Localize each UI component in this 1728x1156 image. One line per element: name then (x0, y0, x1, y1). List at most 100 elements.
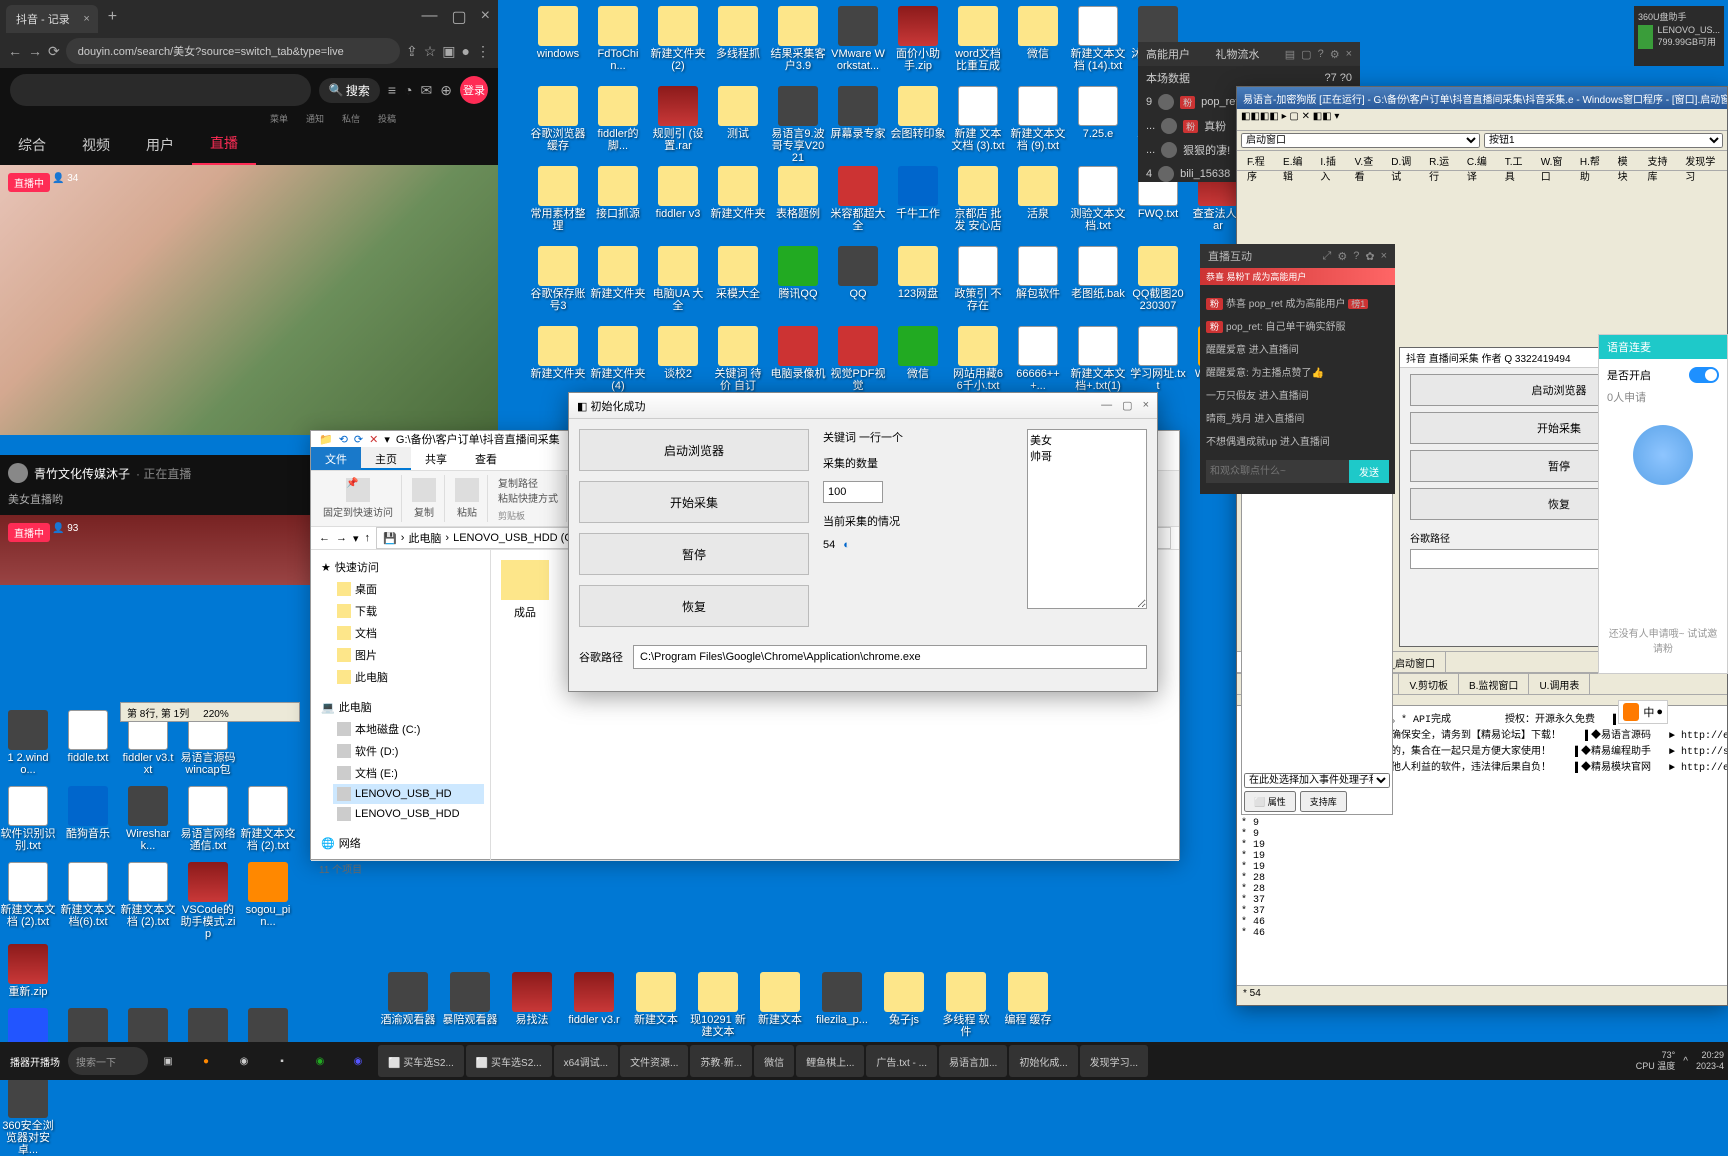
tree-item[interactable]: 本地磁盘 (C:) (333, 718, 484, 740)
ribbon-copy[interactable]: 复制 (404, 475, 445, 522)
resume-button[interactable]: 恢复 (579, 585, 809, 627)
browser-tab[interactable]: 抖音 - 记录× (6, 5, 98, 33)
back-icon[interactable]: ← (8, 43, 22, 59)
desktop-icon[interactable]: word文档 比重互成 (950, 6, 1006, 72)
desktop-icon[interactable]: 酷狗音乐 (60, 786, 116, 852)
desktop-icon[interactable]: 软件识别识别.txt (0, 786, 56, 852)
desktop-icon[interactable]: 京都店 批发 安心店 (950, 166, 1006, 232)
tab-all[interactable]: 综合 (0, 125, 64, 165)
ribbon-tab-file[interactable]: 文件 (311, 447, 361, 470)
desktop-icon[interactable]: 老图纸.bak (1070, 246, 1126, 300)
desktop-icon[interactable]: 360安全浏览器对安卓... (0, 1078, 56, 1156)
desktop-icon[interactable]: 现10291 新建文本 (690, 972, 746, 1038)
taskbar-search[interactable]: 搜索一下 (68, 1047, 148, 1075)
login-button[interactable]: 登录 (460, 76, 488, 104)
browser-icon[interactable]: ◉ (302, 1045, 338, 1077)
tray-up-icon[interactable]: ^ (1683, 1056, 1688, 1067)
desktop-icon[interactable]: 微信 (890, 326, 946, 380)
desktop-icon[interactable]: 表格题例 (770, 166, 826, 220)
live-stream-thumbnail[interactable]: 直播中 👤 34 (0, 165, 498, 435)
desktop-icon[interactable]: 新建文件夹 (710, 166, 766, 220)
desktop-icon[interactable]: VSCode的助手模式.zip (180, 862, 236, 940)
desktop-icon[interactable]: QQ (830, 246, 886, 300)
desktop-icon[interactable]: 谷歌浏览器缓存 (530, 86, 586, 152)
menu-insert[interactable]: I.插入 (1314, 151, 1346, 170)
menu-tools[interactable]: T.工具 (1499, 151, 1533, 170)
desktop-icon[interactable]: 视觉PDF视觉 (830, 326, 886, 392)
pause-button[interactable]: 暂停 (579, 533, 809, 575)
explorer-tree[interactable]: ★快速访问 桌面 下载 文档 图片 此电脑 💻此电脑 本地磁盘 (C:) 软件 … (311, 550, 491, 860)
taskbar-item[interactable]: 发现学习... (1080, 1045, 1148, 1077)
menu-compile[interactable]: C.编译 (1461, 151, 1497, 170)
desktop-icon[interactable]: windows (530, 6, 586, 60)
crumb[interactable]: LENOVO_USB_HDD (G (453, 532, 573, 544)
menu-program[interactable]: F.程序 (1241, 151, 1275, 170)
voice-toggle[interactable] (1689, 367, 1719, 383)
close-icon[interactable]: × (481, 7, 490, 27)
start-scrape-button[interactable]: 开始采集 (579, 481, 809, 523)
settings-icon[interactable]: ⚙ (1330, 48, 1340, 61)
help-icon[interactable]: ? (1353, 250, 1359, 263)
desktop-icon[interactable]: 新建 文本文档 (3).txt (950, 86, 1006, 152)
menu-icon[interactable]: ≡ (388, 82, 396, 98)
recent-icon[interactable]: ▾ (353, 532, 359, 545)
chat-input[interactable] (1206, 460, 1349, 483)
search-input[interactable] (10, 74, 311, 106)
cmd-icon[interactable]: ▪ (264, 1045, 300, 1077)
taskbar-item[interactable]: ⬜ 买车选S2... (378, 1045, 464, 1077)
desktop-icon[interactable]: 新建文件夹(2) (650, 6, 706, 72)
popout-icon[interactable]: ⤢ (1323, 250, 1332, 263)
stream-thumbnail[interactable]: 直播中 👤 93 (0, 515, 310, 585)
tree-network[interactable]: 🌐网络 (317, 832, 484, 854)
settings-icon[interactable]: ⚙ (1337, 250, 1347, 263)
minimize-icon[interactable]: — (1101, 399, 1112, 412)
desktop-icon[interactable]: 规则引 (设置.rar (650, 86, 706, 152)
taskbar-item[interactable]: 文件资源... (620, 1045, 688, 1077)
tab-user[interactable]: 用户 (128, 125, 192, 165)
desktop-icon[interactable]: 重新.zip (0, 944, 56, 998)
desktop-icon[interactable]: 测试 (710, 86, 766, 140)
desktop-icon[interactable]: 屏幕录专家 (830, 86, 886, 140)
address-input[interactable]: douyin.com/search/美女?source=switch_tab&t… (66, 38, 400, 64)
close-icon[interactable]: × (83, 13, 89, 25)
tab-live[interactable]: 直播 (192, 123, 256, 165)
desktop-icon[interactable]: 编程 缓存 (1000, 972, 1056, 1038)
desktop-icon[interactable]: 常用素材整理 (530, 166, 586, 232)
tree-item[interactable]: 桌面 (333, 578, 484, 600)
forward-icon[interactable]: → (336, 532, 347, 544)
desktop-icon[interactable]: 易语言9.波哥专享V2021 (770, 86, 826, 164)
btn-attr[interactable]: ⬜ 属性 (1244, 791, 1296, 812)
desktop-icon[interactable]: 新建文本文档 (2).txt (120, 862, 176, 940)
tree-item[interactable]: 文档 (E:) (333, 762, 484, 784)
tree-item[interactable]: 下载 (333, 600, 484, 622)
desktop-icon[interactable]: 新建文本文档 (9).txt (1010, 86, 1066, 152)
menu-view[interactable]: V.查看 (1349, 151, 1384, 170)
forward-icon[interactable]: → (28, 43, 42, 59)
tree-quickaccess[interactable]: ★快速访问 (317, 556, 484, 578)
start-button[interactable]: 播器开播场 (4, 1045, 66, 1077)
desktop-icon[interactable]: VMware Workstat... (830, 6, 886, 72)
menu-run[interactable]: R.运行 (1423, 151, 1459, 170)
desktop-icon[interactable]: 政策引 不存在 (950, 246, 1006, 312)
usb-helper-panel[interactable]: 360U盘助手 LENOVO_US... 799.99GB可用 (1634, 6, 1724, 66)
desktop-icon[interactable]: fiddler v3.r (566, 972, 622, 1038)
launch-browser-button[interactable]: 启动浏览器 (579, 429, 809, 471)
desktop-icon[interactable]: 多线程 软件 (938, 972, 994, 1038)
tab-clipboard[interactable]: V.剪切板 (1399, 674, 1459, 694)
tree-item[interactable]: 软件 (D:) (333, 740, 484, 762)
desktop-icon[interactable]: 谈校2 (650, 326, 706, 380)
ribbon-tab-home[interactable]: 主页 (361, 447, 411, 470)
desktop-icon[interactable]: 关键词 待价 自订 (710, 326, 766, 392)
ribbon-tab-view[interactable]: 查看 (461, 447, 511, 470)
folder-item[interactable]: 成品 (501, 560, 549, 620)
taskbar-item[interactable]: 广告.txt - ... (866, 1045, 937, 1077)
help-icon[interactable]: ? (1318, 48, 1324, 61)
desktop-icon[interactable]: FdToChin... (590, 6, 646, 72)
panel-title[interactable]: 语音连麦 (1599, 335, 1727, 359)
menu-learn[interactable]: 发现学习 (1679, 151, 1723, 170)
dialog-titlebar[interactable]: ◧ 初始化成功 —▢× (569, 393, 1157, 419)
desktop-icon[interactable]: 66666+++... (1010, 326, 1066, 392)
tree-item[interactable]: 图片 (333, 644, 484, 666)
desktop-icon[interactable]: 暴陪观看器 (442, 972, 498, 1038)
menu-edit[interactable]: E.编辑 (1277, 151, 1312, 170)
